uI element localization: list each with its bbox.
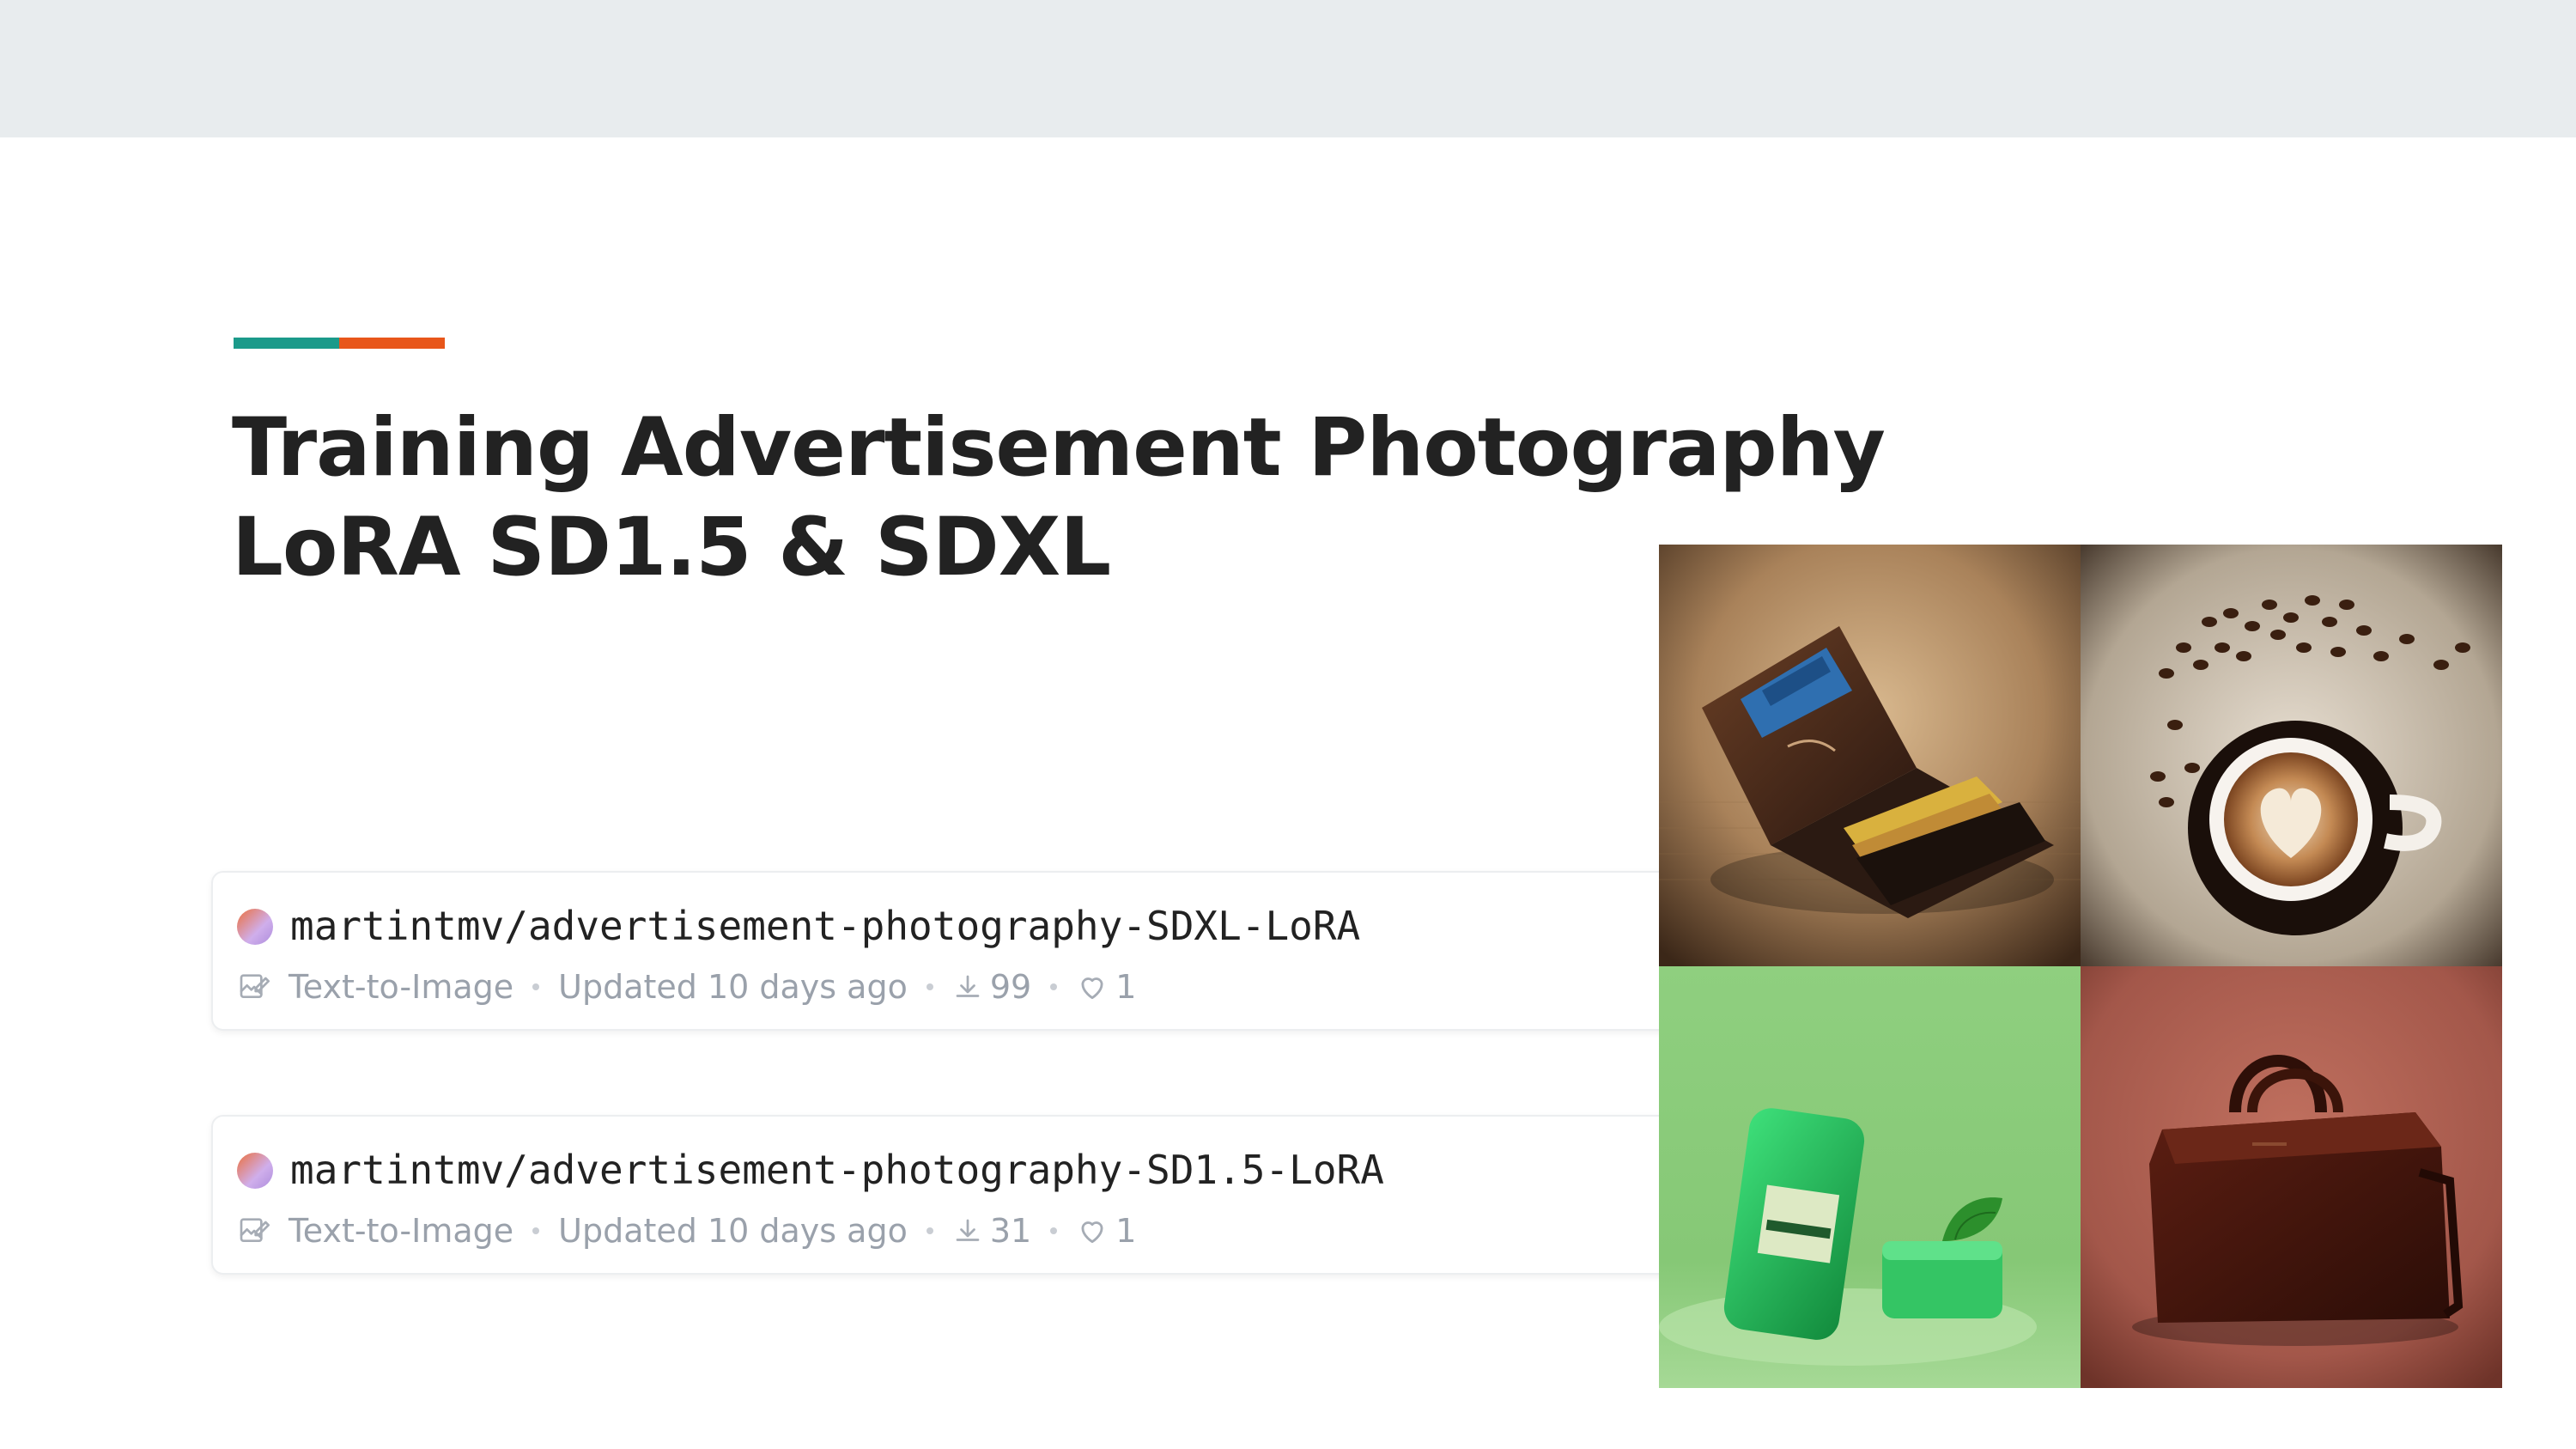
top-band bbox=[0, 0, 2576, 137]
model-meta: Text-to-Image Updated 10 days ago 99 1 bbox=[237, 965, 1136, 1008]
avatar bbox=[237, 909, 273, 945]
separator-dot bbox=[1050, 1227, 1058, 1234]
slide-title-line-1: Training Advertisement Photography bbox=[232, 401, 1886, 495]
separator-dot bbox=[926, 1227, 933, 1234]
download-icon bbox=[952, 1215, 983, 1246]
heart-icon[interactable] bbox=[1076, 1215, 1109, 1247]
updated-label: Updated 10 days ago bbox=[558, 968, 908, 1006]
model-name-link[interactable]: martintmv/advertisement-photography-SDXL… bbox=[290, 900, 1360, 952]
slide-title-line-2: LoRA SD1.5 & SDXL bbox=[232, 501, 1111, 594]
updated-label: Updated 10 days ago bbox=[558, 1212, 908, 1250]
heart-icon[interactable] bbox=[1076, 971, 1109, 1003]
accent-bar-teal bbox=[234, 338, 339, 349]
wallet-image bbox=[1659, 545, 2081, 966]
model-card-sd15[interactable]: martintmv/advertisement-photography-SD1.… bbox=[211, 1115, 1757, 1275]
separator-dot bbox=[532, 1227, 540, 1234]
task-label: Text-to-Image bbox=[289, 968, 514, 1006]
text-to-image-icon bbox=[237, 970, 271, 1004]
model-card-sdxl[interactable]: martintmv/advertisement-photography-SDXL… bbox=[211, 871, 1757, 1031]
text-to-image-icon bbox=[237, 1214, 271, 1248]
model-meta: Text-to-Image Updated 10 days ago 31 1 bbox=[237, 1209, 1136, 1252]
slide-title: Training Advertisement Photography LoRA … bbox=[232, 399, 1886, 598]
separator-dot bbox=[1050, 983, 1058, 990]
sample-image-grid bbox=[1659, 545, 2502, 1388]
like-count: 1 bbox=[1115, 1212, 1137, 1250]
accent-bar bbox=[234, 338, 445, 349]
like-count: 1 bbox=[1115, 968, 1137, 1006]
accent-bar-orange bbox=[339, 338, 445, 349]
model-name-link[interactable]: martintmv/advertisement-photography-SD1.… bbox=[290, 1144, 1384, 1196]
avatar bbox=[237, 1153, 273, 1189]
separator-dot bbox=[532, 983, 540, 990]
handbag-image bbox=[2081, 966, 2502, 1388]
task-label: Text-to-Image bbox=[289, 1212, 514, 1250]
soap-image bbox=[1659, 966, 2081, 1388]
download-count: 99 bbox=[989, 968, 1032, 1006]
coffee-image bbox=[2081, 545, 2502, 966]
download-icon bbox=[952, 971, 983, 1002]
separator-dot bbox=[926, 983, 933, 990]
download-count: 31 bbox=[989, 1212, 1032, 1250]
